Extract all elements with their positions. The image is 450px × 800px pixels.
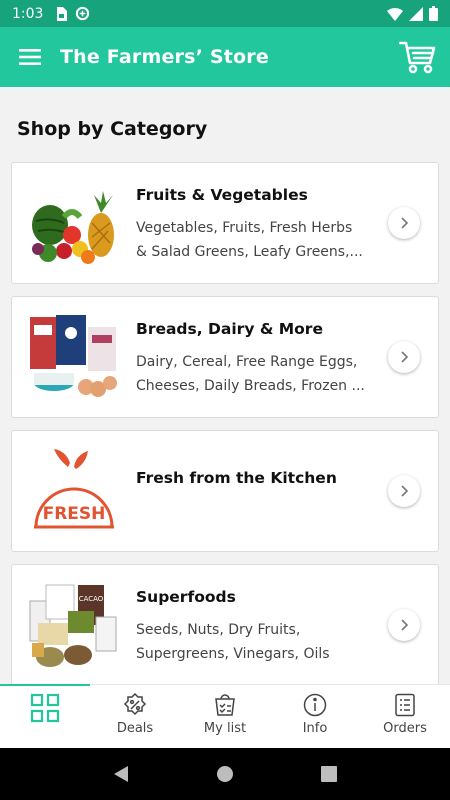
fruits-vegetables-image [32, 191, 114, 264]
nav-my-list[interactable]: My list [180, 685, 270, 748]
nav-label: My list [203, 721, 247, 736]
category-subtitle-line: Supergreens, Vinegars, Oils [136, 646, 330, 662]
nav-label: Orders [383, 721, 427, 736]
section-title: Shop by Category [17, 118, 208, 140]
recents-icon[interactable] [320, 766, 337, 782]
cart-icon [399, 41, 436, 74]
grid-icon [30, 693, 60, 723]
orders-icon [395, 693, 415, 717]
app-title: The Farmers’ Store [60, 46, 269, 68]
category-title: Fresh from the Kitchen [136, 469, 337, 487]
back-icon[interactable] [113, 765, 129, 783]
category-card-fresh-kitchen[interactable]: FRESH Fresh from the Kitchen [11, 430, 439, 552]
home-icon[interactable] [216, 765, 234, 783]
sim-card-icon [57, 6, 68, 21]
breads-dairy-image [30, 315, 117, 397]
category-subtitle: Dairy, Cereal, Free Range Eggs, Cheeses,… [136, 350, 376, 398]
category-card-superfoods[interactable]: CACAO Superfoods Seeds, Nuts, Dry Fruits… [11, 564, 439, 684]
nav-label: Deals [116, 721, 154, 736]
app-bar: The Farmers’ Store [0, 27, 450, 87]
nav-categories[interactable] [0, 684, 90, 748]
nav-deals[interactable]: Deals [90, 685, 180, 748]
category-subtitle-line: & Salad Greens, Leafy Greens,... [136, 244, 363, 260]
chevron-right-icon [401, 619, 409, 631]
cart-button[interactable] [386, 27, 450, 87]
fresh-logo-text: FRESH [43, 504, 106, 524]
category-subtitle: Seeds, Nuts, Dry Fruits, Supergreens, Vi… [136, 618, 376, 666]
arrow-button[interactable] [388, 475, 420, 507]
category-title: Breads, Dairy & More [136, 320, 323, 338]
superfoods-image: CACAO [29, 584, 117, 667]
arrow-button[interactable] [388, 207, 420, 239]
shopping-list-icon [215, 694, 235, 716]
bottom-nav: Deals My list Info Orders [0, 684, 450, 748]
category-title: Fruits & Vegetables [136, 186, 308, 204]
nav-info[interactable]: Info [270, 685, 360, 748]
category-subtitle-line: Dairy, Cereal, Free Range Eggs, [136, 354, 358, 370]
percent-badge-icon [123, 693, 147, 716]
system-nav-bar [0, 748, 450, 800]
category-card-breads-dairy[interactable]: Breads, Dairy & More Dairy, Cereal, Free… [11, 296, 439, 418]
nav-orders[interactable]: Orders [360, 685, 450, 748]
status-time: 1:03 [12, 5, 44, 22]
battery-icon [429, 6, 438, 21]
category-card-fruits-vegetables[interactable]: Fruits & Vegetables Vegetables, Fruits, … [11, 162, 439, 284]
arrow-button[interactable] [388, 341, 420, 373]
arrow-button[interactable] [388, 609, 420, 641]
category-subtitle-line: Seeds, Nuts, Dry Fruits, [136, 622, 301, 638]
category-subtitle-line: Vegetables, Fruits, Fresh Herbs [136, 220, 353, 236]
chevron-right-icon [401, 351, 409, 363]
nav-label: Info [302, 721, 328, 736]
cacao-label: CACAO [79, 595, 104, 603]
chevron-right-icon [401, 485, 409, 497]
data-saver-icon [76, 6, 90, 21]
chevron-right-icon [401, 217, 409, 229]
category-title: Superfoods [136, 588, 236, 606]
menu-button[interactable] [0, 27, 60, 87]
signal-icon [409, 6, 423, 21]
fresh-logo-icon: FRESH [34, 449, 114, 529]
category-subtitle-line: Cheeses, Daily Breads, Frozen ... [136, 378, 365, 394]
category-list: Shop by Category Fruits & Vegetables Veg… [0, 87, 450, 684]
wifi-icon [387, 7, 403, 21]
status-bar: 1:03 [0, 0, 450, 27]
category-subtitle: Vegetables, Fruits, Fresh Herbs & Salad … [136, 216, 376, 264]
hamburger-icon [19, 49, 41, 65]
info-icon [303, 693, 327, 717]
